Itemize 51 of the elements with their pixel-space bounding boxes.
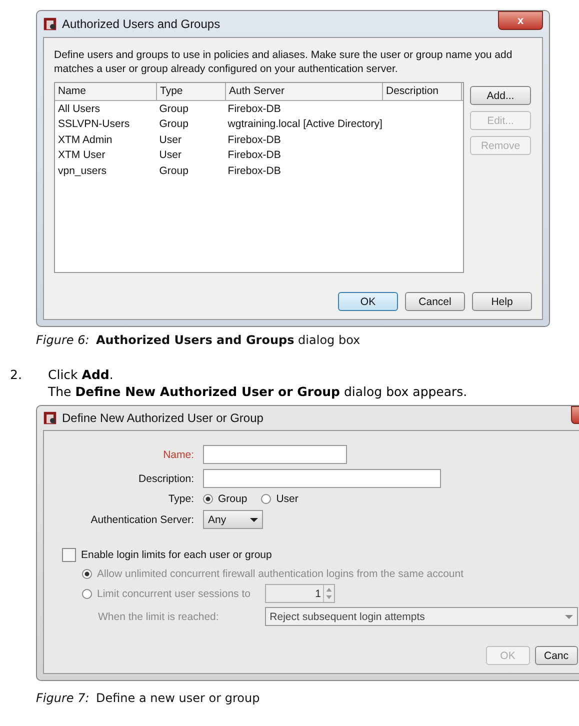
- figure-caption: Authorized Users and Groups dialog box: [96, 333, 360, 349]
- radio-button[interactable]: User: [261, 493, 298, 505]
- window-title: Authorized Users and Groups: [62, 17, 222, 31]
- table-cell-text: Firebox-DB: [226, 149, 282, 162]
- session-spinner[interactable]: 1: [265, 584, 335, 603]
- field-label: Authentication Server:: [90, 514, 194, 526]
- table-row[interactable]: SSLVPN-Users Group wgtraining.local [Active Directory]: [55, 116, 463, 132]
- table-cell-text: Group: [158, 118, 190, 130]
- field-label: Name:: [162, 448, 194, 460]
- dialog-button[interactable]: OK: [338, 292, 398, 311]
- description-text: Define users and groups to use in policies and aliases. Make sure the user or group name you add matches a user or group already configured on your authentication server.: [54, 48, 514, 76]
- table-cell-text: XTM User: [57, 149, 106, 162]
- close-button[interactable]: x: [498, 11, 543, 30]
- step-result: The Define New Authorized User or Group dialog box appears.: [48, 384, 468, 399]
- limit-action-dropdown[interactable]: Reject subsequent login attempts: [264, 607, 578, 626]
- table-cell-text: XTM Admin: [57, 134, 114, 146]
- column-header[interactable]: Auth Server: [226, 83, 383, 100]
- dialog-button[interactable]: Cancel: [405, 292, 465, 311]
- server-dropdown[interactable]: Any: [203, 510, 263, 529]
- checkbox[interactable]: Enable login limits for each user or group: [62, 548, 578, 562]
- column-header[interactable]: Name: [55, 83, 157, 100]
- table-cell-text: Firebox-DB: [226, 102, 282, 115]
- column-header[interactable]: Type: [157, 83, 226, 100]
- column-header[interactable]: Description: [383, 83, 462, 100]
- figure-label: Figure 6:: [36, 333, 90, 349]
- table-cell-text: Firebox-DB: [226, 164, 282, 177]
- window-title: Define New Authorized User or Group: [62, 411, 264, 425]
- radio-button[interactable]: Group: [203, 493, 248, 505]
- table-row[interactable]: All Users Group Firebox-DB: [55, 101, 463, 116]
- dialog-button[interactable]: Canc: [534, 646, 578, 665]
- table-row[interactable]: XTM Admin User Firebox-DB: [55, 132, 463, 148]
- figure-caption: Define a new user or group: [96, 691, 260, 707]
- table-cell-text: User: [158, 149, 182, 162]
- step-text: Click Add.: [48, 367, 114, 382]
- table-cell-text: SSLVPN-Users: [57, 118, 131, 130]
- table-cell-text: Group: [158, 102, 190, 115]
- field-label: Description:: [138, 472, 194, 484]
- field-label: Type:: [167, 493, 194, 505]
- table-cell-text: Firebox-DB: [226, 134, 282, 146]
- table-cell-text: wgtraining.local [Active Directory]: [226, 118, 384, 130]
- table-cell-text: vpn_users: [57, 164, 108, 177]
- step-number: 2.: [10, 367, 23, 384]
- table-row[interactable]: vpn_users Group Firebox-DB: [55, 163, 463, 178]
- table-cell-text: User: [158, 134, 182, 146]
- table-row[interactable]: XTM User User Firebox-DB: [55, 148, 463, 163]
- table-cell-text: All Users: [57, 102, 102, 115]
- field-label: When the limit is reached:: [97, 610, 220, 622]
- figure-label: Figure 7:: [36, 691, 90, 707]
- table-cell-text: Group: [158, 164, 190, 177]
- dialog-button[interactable]: Help: [472, 292, 532, 311]
- side-button[interactable]: Add...: [470, 86, 531, 105]
